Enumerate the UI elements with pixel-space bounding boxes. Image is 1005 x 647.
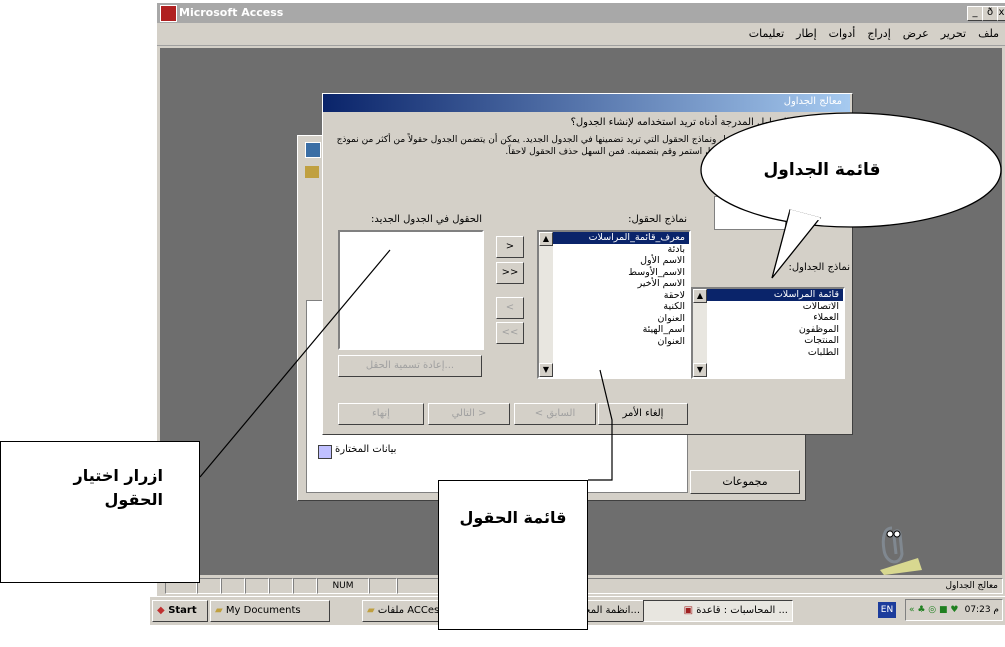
field-buttons-pointer xyxy=(199,249,391,478)
tables-list-callout-label: قائمة الجداول xyxy=(763,160,881,180)
fields-list-callout-label: قائمة الحقول xyxy=(459,508,567,527)
field-buttons-callout: ازرار اختيار الحقول xyxy=(0,441,200,583)
fields-list-pointer xyxy=(588,369,613,481)
field-buttons-callout-label: ازرار اختيار الحقول xyxy=(73,466,163,509)
fields-list-callout: قائمة الحقول xyxy=(438,480,588,630)
